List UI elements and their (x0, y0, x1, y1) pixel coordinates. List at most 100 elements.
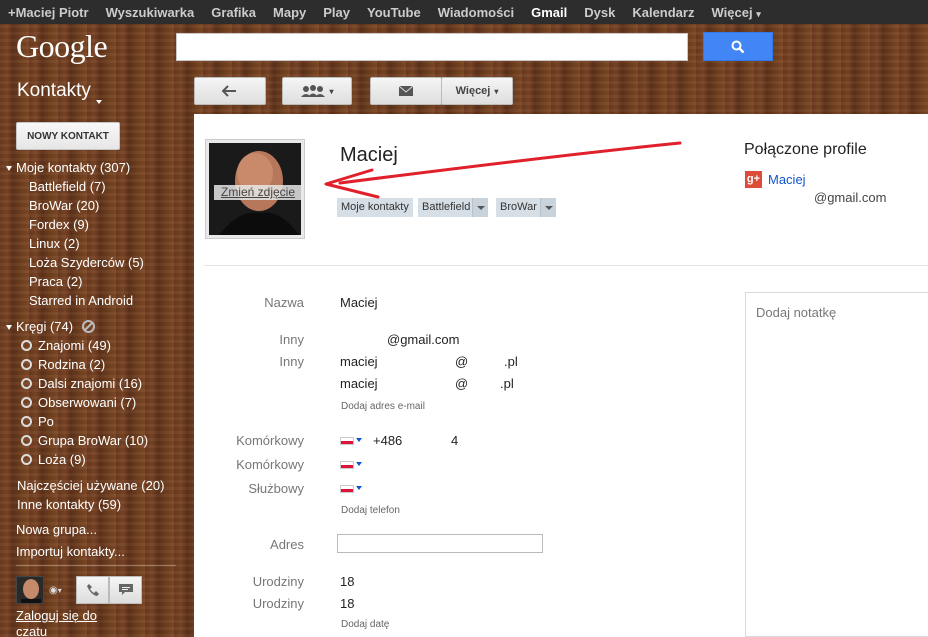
sidebar-item-label: Dalsi znajomi (16) (38, 376, 143, 391)
chat-button[interactable] (109, 576, 142, 604)
field-value-phone[interactable]: +486 (373, 433, 402, 448)
sidebar-item-label: Rodzina (2) (38, 357, 106, 372)
sidebar-item-group[interactable]: BroWar (20) (29, 198, 99, 213)
field-label-name: Nazwa (264, 295, 304, 310)
avatar[interactable] (16, 576, 44, 604)
add-phone-link[interactable]: Dodaj telefon (341, 505, 400, 516)
sidebar-item-label: Po (38, 414, 54, 429)
group-chip-dropdown[interactable] (472, 198, 488, 217)
more-actions-label: Więcej (455, 85, 491, 97)
contact-photo[interactable]: Zmień zdjęcie (205, 139, 305, 239)
sidebar-item-most-used[interactable]: Najczęściej używane (20) (17, 478, 164, 493)
app-switcher-caret-icon[interactable] (96, 100, 102, 104)
poland-flag-icon[interactable] (340, 461, 354, 469)
import-contacts-link[interactable]: Importuj kontakty... (16, 544, 125, 559)
mail-icon (399, 86, 413, 96)
search-button[interactable] (703, 32, 773, 61)
circle-icon (21, 454, 32, 465)
field-label-mobile: Komórkowy (236, 433, 304, 448)
poland-flag-icon[interactable] (340, 437, 354, 445)
chevron-down-icon: ▾ (494, 86, 499, 96)
sidebar-item-group[interactable]: Starred in Android (29, 293, 133, 308)
group-chip-browar[interactable]: BroWar (496, 198, 541, 217)
field-value-email-domain: .pl (504, 354, 518, 369)
chat-bubble-icon (118, 584, 133, 595)
chevron-down-icon[interactable] (356, 462, 362, 466)
sidebar-item-circle[interactable]: Dalsi znajomi (16) (21, 376, 142, 391)
more-actions-button[interactable]: Więcej ▾ (441, 77, 513, 105)
add-email-link[interactable]: Dodaj adres e-mail (341, 401, 425, 412)
groups-menu-button[interactable]: ▾ (282, 77, 352, 105)
chat-signin-link[interactable]: Zaloguj się do czatu (16, 608, 116, 637)
sidebar-item-my-contacts[interactable]: Moje kontakty (307) (6, 160, 130, 175)
field-label-other: Inny (279, 354, 304, 369)
linked-profiles-heading: Połączone profile (744, 141, 867, 158)
topbar-gmail-link[interactable]: Gmail (531, 5, 567, 20)
topbar-more-label: Więcej (711, 4, 753, 20)
back-button[interactable] (194, 77, 266, 105)
field-value-email-domain: .pl (500, 376, 514, 391)
group-chip-battlefield[interactable]: Battlefield (418, 198, 475, 217)
change-photo-link[interactable]: Zmień zdjęcie (214, 185, 301, 200)
notes-field[interactable]: Dodaj notatkę (745, 292, 928, 637)
topbar-images-link[interactable]: Grafika (211, 5, 256, 20)
field-value-birthday[interactable]: 18 (340, 596, 354, 611)
topbar-profile-link[interactable]: +Maciej Piotr (8, 5, 89, 20)
field-label-birthday: Urodziny (252, 574, 304, 589)
sidebar-item-label: Obserwowani (7) (38, 395, 137, 410)
circle-icon (21, 378, 32, 389)
topbar-youtube-link[interactable]: YouTube (367, 5, 421, 20)
field-value-name[interactable]: Maciej (340, 295, 378, 310)
group-chip-my-contacts[interactable]: Moje kontakty (337, 198, 413, 217)
field-value-email-user[interactable]: maciej (340, 376, 378, 391)
sidebar-item-circles[interactable]: Kręgi (74) (6, 319, 96, 334)
sidebar-item-circle[interactable]: Znajomi (49) (21, 338, 111, 353)
sidebar-item-circle[interactable]: Po (21, 414, 54, 429)
topbar-more-menu[interactable]: Więcej ▾ (711, 5, 760, 20)
topbar-news-link[interactable]: Wiadomości (438, 5, 514, 20)
chevron-down-icon[interactable] (356, 486, 362, 490)
topbar-maps-link[interactable]: Mapy (273, 5, 306, 20)
google-logo[interactable]: Google (16, 28, 108, 65)
linked-profile-email: @gmail.com (814, 190, 887, 205)
sidebar-item-group[interactable]: Praca (2) (29, 274, 82, 289)
sidebar-item-group[interactable]: Battlefield (7) (29, 179, 106, 194)
address-field[interactable] (337, 534, 543, 553)
sidebar-item-other-contacts[interactable]: Inne kontakty (59) (17, 497, 121, 512)
field-value-email[interactable]: @gmail.com (387, 332, 459, 347)
add-date-link[interactable]: Dodaj datę (341, 619, 389, 630)
field-value-phone-suffix: 4 (451, 433, 459, 448)
field-label-birthday: Urodziny (252, 596, 304, 611)
search-input[interactable] (176, 33, 688, 61)
new-group-link[interactable]: Nowa grupa... (16, 522, 97, 537)
chevron-down-icon: ▾ (57, 586, 62, 595)
topbar-drive-link[interactable]: Dysk (584, 5, 615, 20)
sidebar-item-circle[interactable]: Grupa BroWar (10) (21, 433, 148, 448)
linked-profile-link[interactable]: Maciej (768, 172, 806, 187)
call-phone-button[interactable] (76, 576, 109, 604)
new-contact-button[interactable]: NOWY KONTAKT (16, 122, 120, 150)
group-chip-dropdown[interactable] (540, 198, 556, 217)
sidebar-item-group[interactable]: Fordex (9) (29, 217, 89, 232)
field-value-birthday[interactable]: 18 (340, 574, 354, 589)
sidebar-item-circle[interactable]: Rodzina (2) (21, 357, 105, 372)
sidebar-item-circle[interactable]: Obserwowani (7) (21, 395, 136, 410)
sidebar-item-circle[interactable]: Loża (9) (21, 452, 86, 467)
topbar-play-link[interactable]: Play (323, 5, 350, 20)
topbar-search-link[interactable]: Wyszukiwarka (106, 5, 195, 20)
field-value-email-user[interactable]: maciej (340, 354, 378, 369)
send-email-button[interactable] (370, 77, 442, 105)
chat-status-menu[interactable]: ◉▾ (49, 585, 62, 596)
field-label-work: Służbowy (248, 481, 304, 496)
contact-name-heading[interactable]: Maciej (340, 144, 398, 167)
notes-placeholder: Dodaj notatkę (756, 305, 837, 320)
sidebar-item-label: Loża (9) (38, 452, 86, 467)
sidebar-item-group[interactable]: Loża Szyderców (5) (29, 255, 144, 270)
topbar-calendar-link[interactable]: Kalendarz (632, 5, 694, 20)
chevron-down-icon[interactable] (356, 438, 362, 442)
status-dot-icon: ◉ (49, 585, 58, 596)
sidebar-item-group[interactable]: Linux (2) (29, 236, 80, 251)
poland-flag-icon[interactable] (340, 485, 354, 493)
app-title[interactable]: Kontakty (17, 80, 91, 102)
field-value-email-at: @ (455, 354, 469, 369)
